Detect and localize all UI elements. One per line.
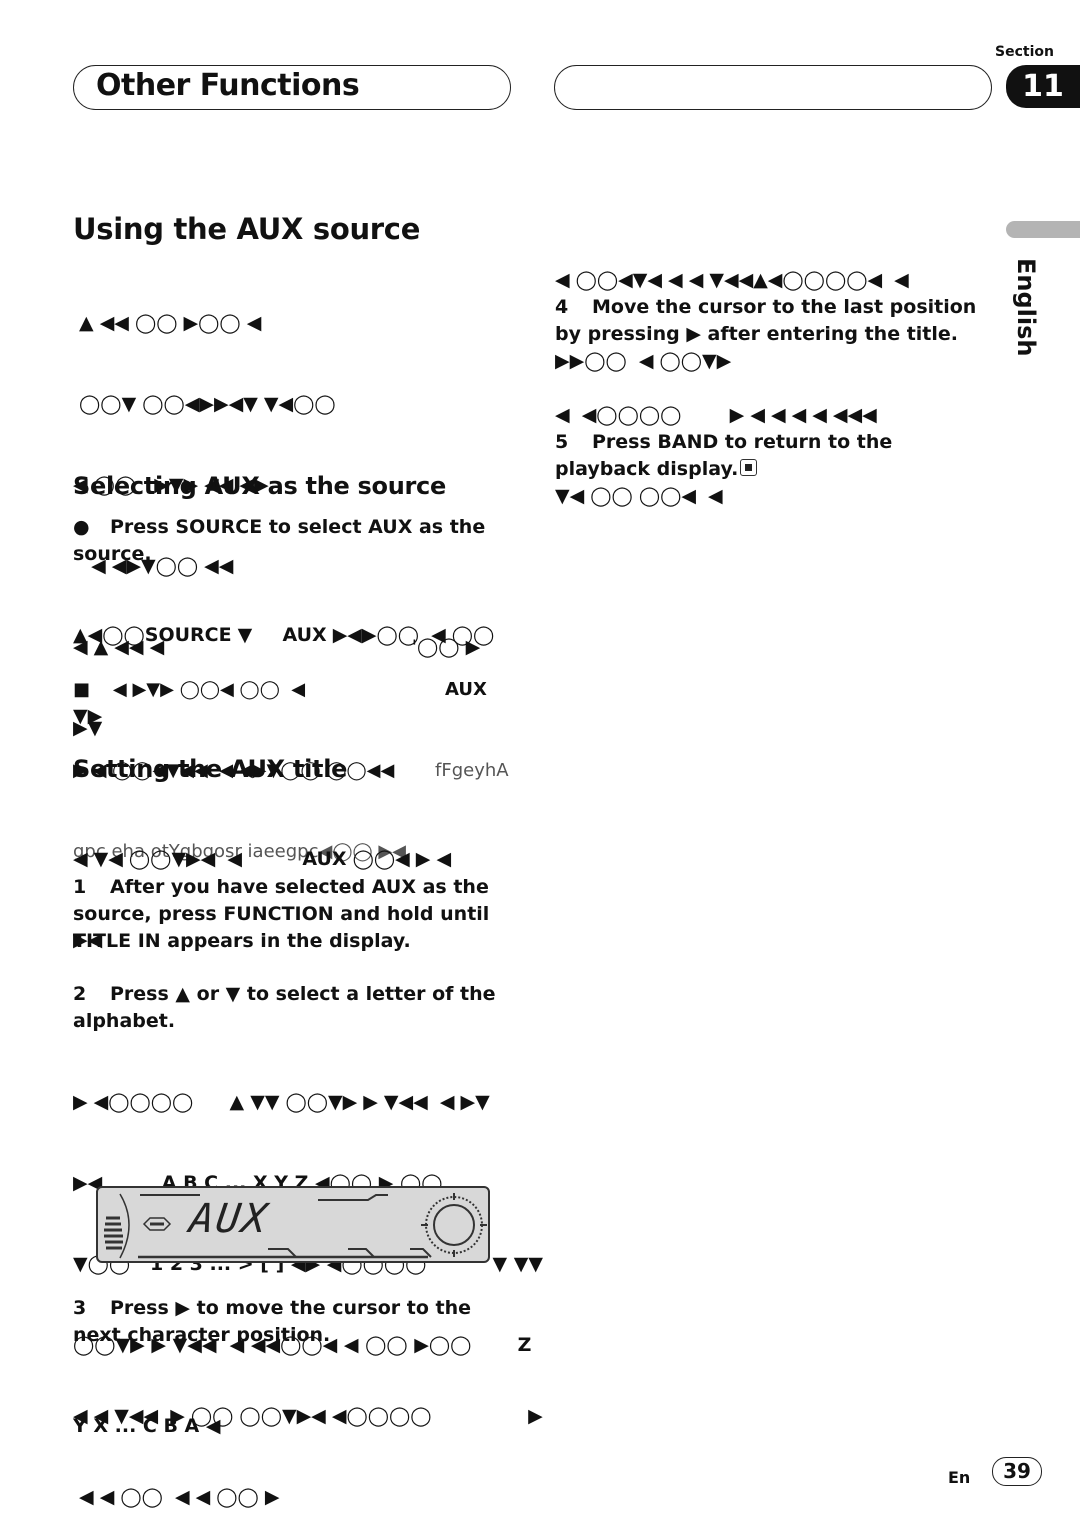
language-code: En bbox=[948, 1468, 971, 1487]
step-number: 3 bbox=[73, 1297, 87, 1319]
step-text: Press ▲ or ▼ to select a letter of the a… bbox=[73, 983, 496, 1032]
step-text: Press SOURCE to select AUX as the source… bbox=[73, 516, 486, 565]
step-text: Press BAND to return to the playback dis… bbox=[555, 431, 893, 480]
dial-icon bbox=[421, 1193, 487, 1257]
end-mark-icon bbox=[740, 459, 758, 476]
step-text: Move the cursor to the last position by … bbox=[555, 296, 977, 345]
lcd-aux-text: AUX bbox=[186, 1196, 272, 1242]
page-number: 39 bbox=[992, 1457, 1042, 1486]
chapter-title: Other Functions bbox=[96, 68, 360, 103]
language-label: English bbox=[1012, 258, 1040, 357]
step-2: 2 Press ▲ or ▼ to select a letter of the … bbox=[73, 981, 513, 1035]
garbled-text: fFgeyhA bbox=[435, 760, 509, 781]
settings-icon bbox=[142, 1217, 172, 1231]
body-line: ◀ ◀ ▼◀◀ ▶ ◯◯ ◯◯▼▶◀ ◀◯◯◯◯ ▶ bbox=[73, 1405, 543, 1427]
glyph-run: ■ ◀ ▶▼▶ ◯◯◀ ◯◯ ◀ bbox=[73, 679, 306, 700]
header-pill-right bbox=[554, 65, 992, 110]
level-meter-bars bbox=[104, 1216, 123, 1250]
heading-selecting-aux: Selecting AUX as the source bbox=[73, 472, 446, 500]
body-line: ◀ ◯◯◀▼◀ ◀ ◀ ▼◀◀▲◀◯◯◯◯◀ ◀ bbox=[555, 269, 909, 291]
aux-key: AUX bbox=[302, 848, 347, 870]
body-line: ▼◀ ◯◯ ◯◯◀ ◀ bbox=[555, 485, 723, 507]
section-number-badge: 11 bbox=[1006, 65, 1080, 108]
body-line: ◀ ◀ ◯◯ ◀ ◀ ◯◯ ▶ bbox=[73, 1486, 280, 1508]
note-line: ■ ◀ ▶▼▶ ◯◯◀ ◯◯ ◀ AUX bbox=[73, 676, 509, 703]
step-text: Press ▶ to move the cursor to the next c… bbox=[73, 1297, 471, 1346]
step-1: 1 After you have selected AUX as the sour… bbox=[73, 874, 523, 955]
body-line: ◀ ▼◀ ◯◯▼▶◀ ◀ AUX ◯◯◀ ▶ ◀ bbox=[73, 846, 451, 873]
bullet-icon: ● bbox=[73, 516, 90, 538]
body-line: ▲ ◀◀ ◯◯ ▶◯◯ ◀ bbox=[73, 312, 262, 334]
lcd-decorations bbox=[104, 1193, 487, 1259]
bullet-step-select-source: ● Press SOURCE to select AUX as the sourc… bbox=[73, 514, 523, 568]
glyph-run: ◀ ▼◀ ◯◯▼▶◀ ◀ bbox=[73, 848, 303, 870]
aux-key: AUX bbox=[445, 679, 487, 700]
lcd-top-bar-right bbox=[318, 1194, 388, 1201]
step-number: 2 bbox=[73, 983, 87, 1005]
heading-using-aux: Using the AUX source bbox=[73, 212, 421, 246]
step-number: 5 bbox=[555, 431, 569, 453]
glyph-run: ◯◯◀ ▶ ◀ bbox=[346, 848, 452, 870]
body-line: ◀ ◀◯◯◯◯ ▶ ◀ ◀ ◀ ◀ ◀◀◀ bbox=[555, 404, 877, 426]
body-line: ▶ ◀◯◯◯◯ ▲ ▼▼ ◯◯▼▶ ▶ ▼◀◀ ◀ ▶▼ bbox=[73, 1091, 490, 1113]
step-4: 4 Move the cursor to the last position by… bbox=[555, 294, 990, 348]
body-line: ◯◯▼ ◯◯◀▶▶◀▼ ▼◀◯◯ bbox=[73, 393, 336, 415]
step-3: 3 Press ▶ to move the cursor to the next … bbox=[73, 1295, 523, 1349]
lcd-display-illustration: AUX bbox=[96, 1186, 490, 1263]
step-text: After you have selected AUX as the sourc… bbox=[73, 876, 490, 952]
language-tab bbox=[1006, 221, 1080, 238]
step-5: 5 Press BAND to return to the playback di… bbox=[555, 429, 985, 483]
heading-setting-title: Setting the AUX title bbox=[73, 755, 348, 783]
step-number: 1 bbox=[73, 876, 87, 898]
section-label: Section bbox=[995, 44, 1054, 60]
step-3-body: ◀ ◀ ▼◀◀ ▶ ◯◯ ◯◯▼▶◀ ◀◯◯◯◯ ▶ ◀ ◀ ◯◯ ◀ ◀ ◯◯… bbox=[73, 1349, 543, 1538]
step-number: 4 bbox=[555, 296, 569, 318]
